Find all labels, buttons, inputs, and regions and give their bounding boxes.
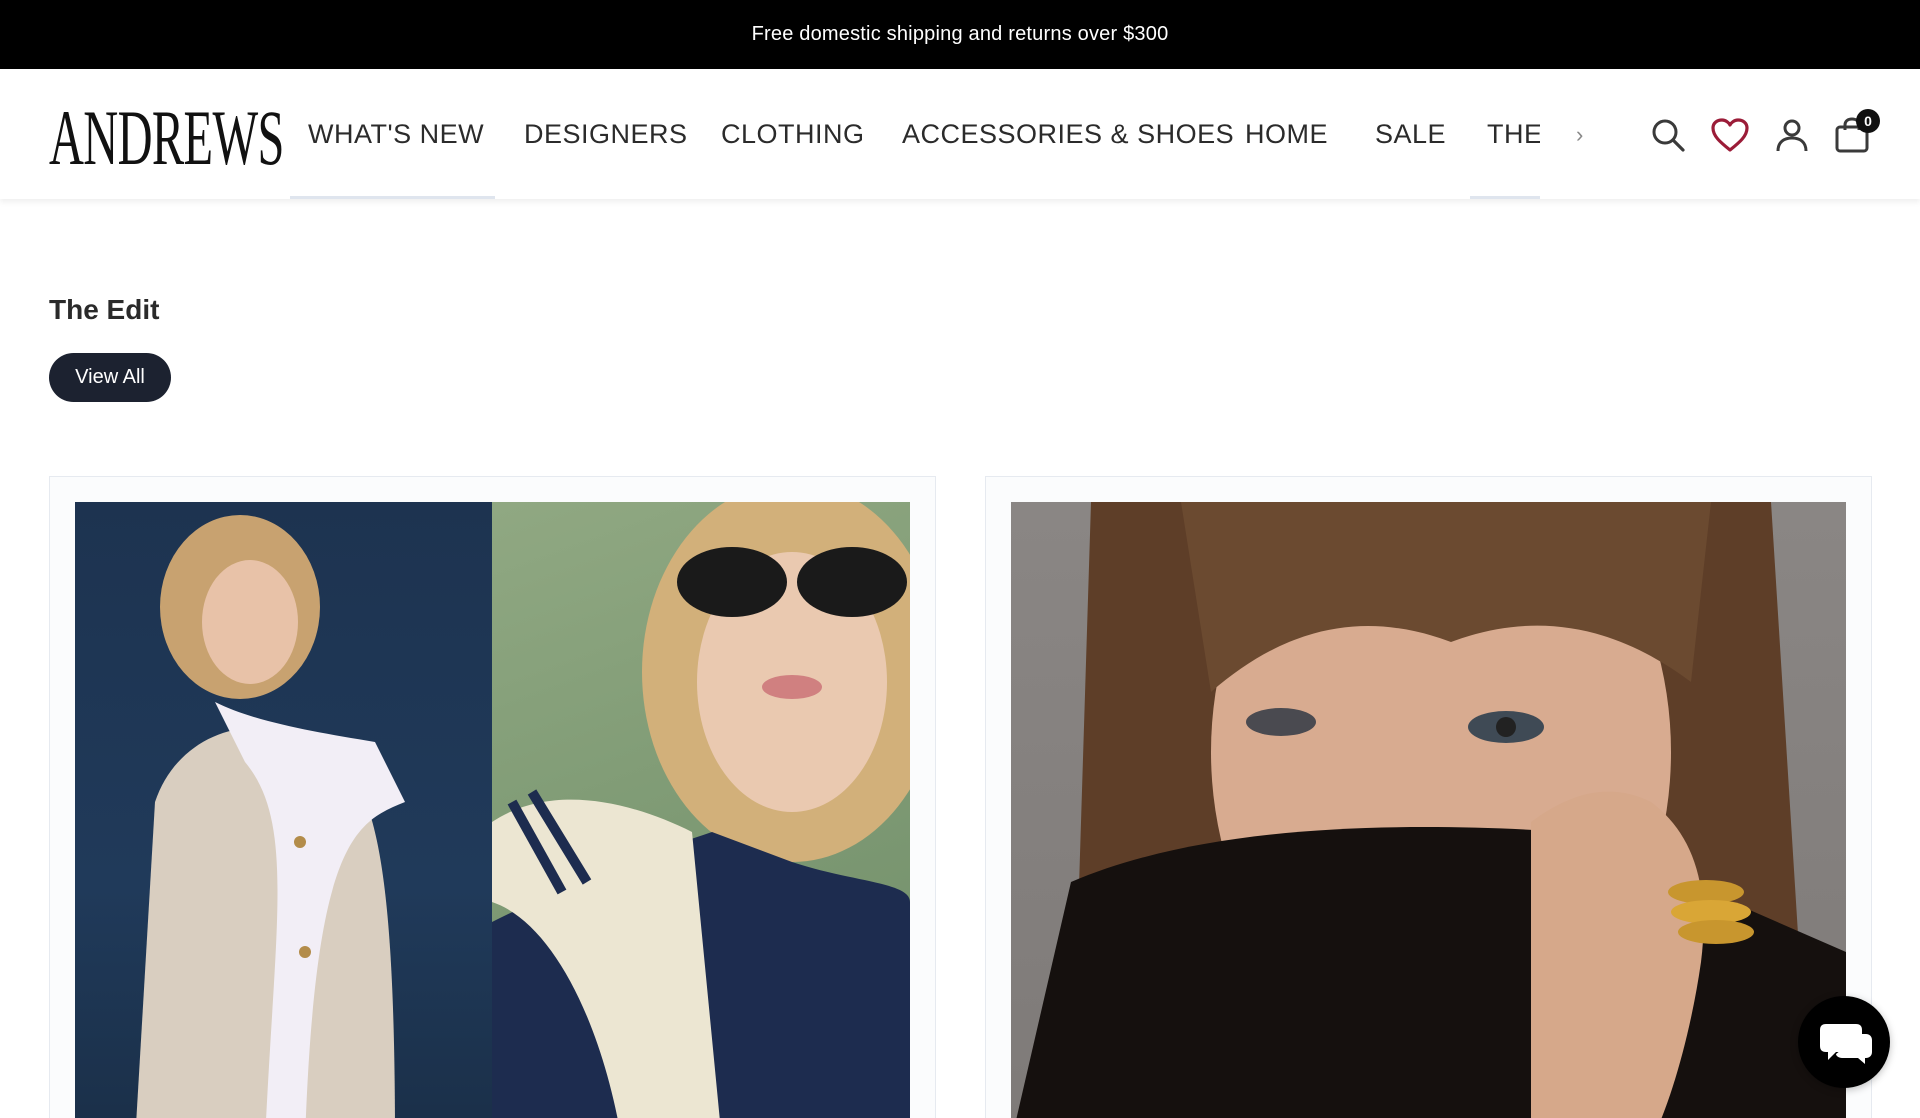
editorial-photo-portrait	[1011, 502, 1846, 1118]
view-all-button[interactable]: View All	[49, 353, 171, 402]
edit-card-2-image[interactable]	[1011, 502, 1846, 1118]
chat-bubble-icon	[1820, 1024, 1872, 1064]
promo-bar: Free domestic shipping and returns over …	[0, 0, 1920, 69]
editorial-photo-right	[492, 502, 910, 1118]
edit-card-1[interactable]	[49, 476, 936, 1118]
main-nav: WHAT'S NEW DESIGNERS CLOTHING ACCESSORIE…	[288, 69, 1592, 199]
brand-logo[interactable]: ANDREWS	[49, 99, 284, 177]
cart-count-badge: 0	[1856, 109, 1880, 133]
nav-scroll-chevron-icon[interactable]: ›	[1576, 122, 1583, 148]
search-icon[interactable]	[1648, 115, 1688, 155]
edit-card-2[interactable]	[985, 476, 1872, 1118]
nav-item-accessories-shoes[interactable]: ACCESSORIES & SHOES	[902, 69, 1234, 199]
section-title: The Edit	[49, 294, 160, 325]
nav-item-sale[interactable]: SALE	[1375, 69, 1446, 199]
promo-text: Free domestic shipping and returns over …	[751, 23, 1169, 45]
heart-icon[interactable]	[1710, 115, 1750, 155]
nav-item-designers[interactable]: DESIGNERS	[524, 69, 688, 199]
account-icon[interactable]	[1772, 115, 1812, 155]
nav-item-clothing[interactable]: CLOTHING	[721, 69, 865, 199]
nav-item-home[interactable]: HOME	[1245, 69, 1328, 199]
chat-button[interactable]	[1798, 996, 1890, 1088]
editorial-photo-left	[75, 502, 492, 1118]
edit-card-1-image[interactable]	[75, 502, 910, 1118]
nav-active-underline	[290, 196, 495, 199]
nav-fade	[1540, 69, 1580, 199]
nav-item-whats-new[interactable]: WHAT'S NEW	[308, 69, 484, 199]
site-header: ANDREWS WHAT'S NEW DESIGNERS CLOTHING AC…	[0, 69, 1920, 199]
